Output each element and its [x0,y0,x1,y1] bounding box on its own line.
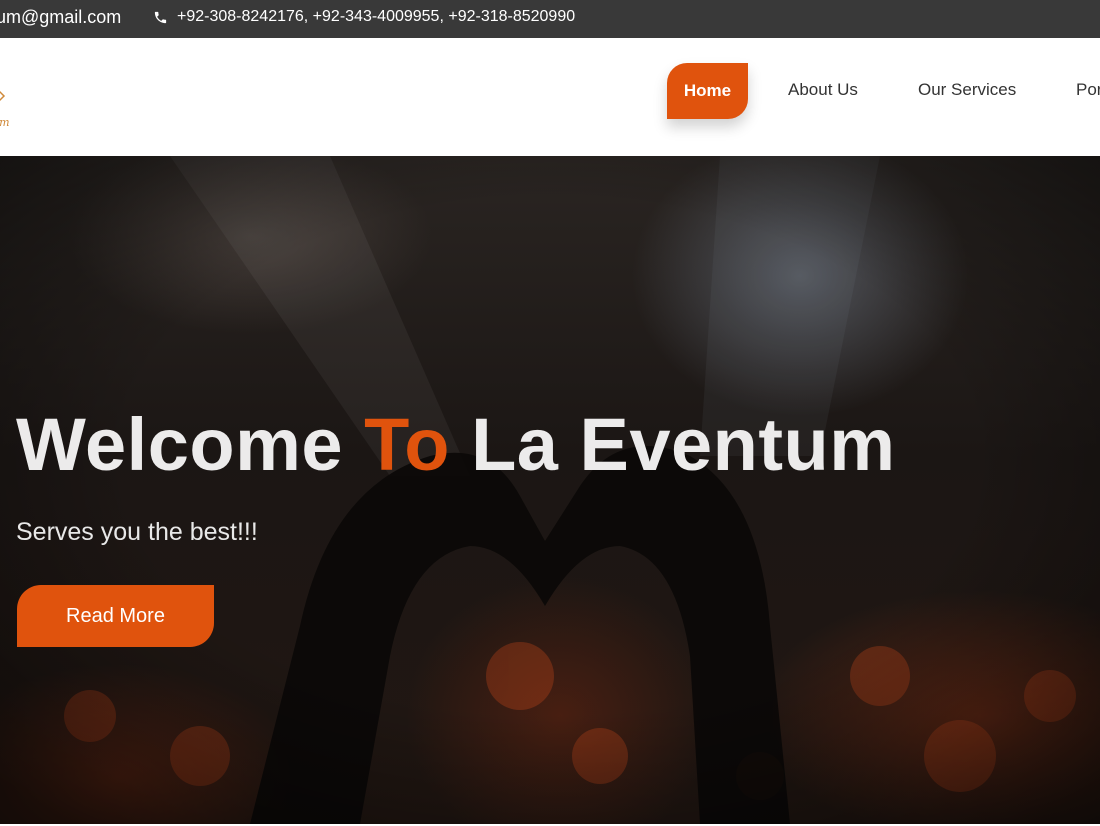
email-link[interactable]: um@gmail.com [0,7,121,28]
nav-item-home[interactable]: Home [667,63,748,119]
hero-title-brand: La Eventum [450,403,896,486]
nav-item-about-us[interactable]: About Us [788,80,858,100]
read-more-button[interactable]: Read More [17,585,214,647]
hero-title-welcome: Welcome [16,403,365,486]
hero-banner: Welcome To La Eventum Serves you the bes… [0,156,1100,824]
top-contact-bar: um@gmail.com +92-308-8242176, +92-343-40… [0,0,1100,38]
nav-item-our-services[interactable]: Our Services [918,80,1016,100]
hero-background-image [0,156,1100,824]
hero-subtitle: Serves you the best!!! [16,518,258,546]
hero-title-accent: To [364,403,451,486]
main-nav: Home About Us Our Services Por [0,38,1100,156]
nav-item-portfolio[interactable]: Por [1076,80,1100,100]
hero-title: Welcome To La Eventum [16,402,896,487]
phone-contact: +92-308-8242176, +92-343-4009955, +92-31… [153,8,575,26]
phone-icon [154,11,167,23]
phone-numbers[interactable]: +92-308-8242176, +92-343-4009955, +92-31… [177,8,575,26]
site-header: um Home About Us Our Services Por [0,38,1100,156]
